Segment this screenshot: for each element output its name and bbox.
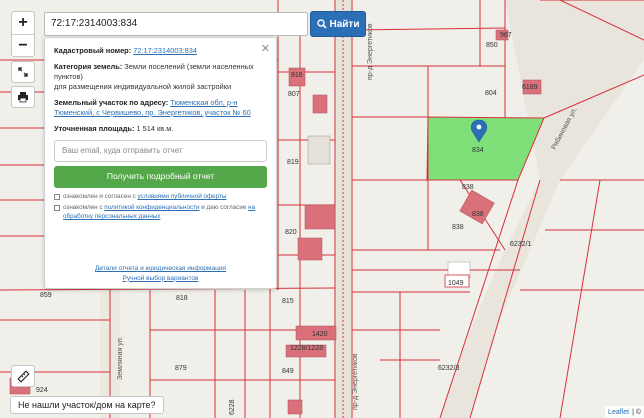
map-label: 1420 (312, 331, 328, 338)
map-attribution: Leaflet | © (605, 406, 644, 418)
print-icon (18, 92, 28, 103)
map-label: 815 (282, 298, 294, 305)
print-button[interactable] (11, 86, 35, 108)
consent-text: ознакомлен с политикой конфиденциальност… (63, 204, 256, 220)
cadastral-row: Кадастровый номер: 72:17:2314003:834 (54, 46, 267, 56)
map-label: 820 (285, 229, 297, 236)
area-row: Уточненная площадь: 1 514 кв.м. (54, 124, 267, 134)
privacy-consent-checkbox[interactable]: ознакомлен с политикой конфиденциальност… (54, 204, 267, 221)
details-link[interactable]: Детали отчета и юридическая информация (95, 265, 226, 272)
map-label: 818 (176, 295, 188, 302)
map-label: 838 (472, 211, 484, 218)
map-label: 807 (288, 91, 300, 98)
find-button[interactable]: Найти (310, 11, 366, 37)
map-label: 859 (40, 292, 52, 299)
map-label: 838 (462, 184, 474, 191)
offer-consent-checkbox[interactable]: ознакомлен и согласен с условиями публич… (54, 193, 267, 202)
expand-icon (18, 67, 28, 77)
get-report-button[interactable]: Получить подробный отчет (54, 165, 267, 188)
map-label: 1228/1228 (290, 345, 323, 352)
checkbox-box[interactable] (54, 193, 60, 200)
checkbox-box[interactable] (54, 205, 60, 212)
consent-text: ознакомлен и согласен с условиями публич… (63, 192, 227, 200)
ruler-icon (16, 369, 30, 383)
road-label: пр-д Энергетиков (367, 23, 374, 80)
category-label: Категория земель: (54, 61, 123, 71)
measure-button[interactable] (11, 365, 35, 387)
map-label: 838 (452, 224, 464, 231)
map-label: 849 (282, 368, 294, 375)
find-button-label: Найти (329, 18, 360, 30)
area-value: 1 514 кв.м. (136, 123, 174, 133)
privacy-policy-link[interactable]: политикой конфиденциальности (104, 204, 199, 211)
map-label: 967 (500, 32, 512, 39)
zoom-control: + − (11, 11, 35, 57)
map-label: 916 (291, 72, 303, 79)
zoom-in-button[interactable]: + (12, 12, 34, 34)
area-label: Уточненная площадь: (54, 123, 135, 133)
cadastral-number-link[interactable]: 72:17:2314003:834 (133, 46, 197, 55)
map-label: 6189 (522, 84, 538, 91)
search-icon (316, 19, 327, 29)
parcel-info-popup: ✕ Кадастровый номер: 72:17:2314003:834 К… (44, 37, 277, 289)
map-label: 924 (36, 387, 48, 394)
map-label: 804 (485, 90, 497, 97)
not-found-button[interactable]: Не нашли участок/дом на карте? (10, 396, 164, 414)
panel-footer-links: Детали отчета и юридическая информация Р… (45, 264, 276, 283)
fullscreen-button[interactable] (11, 61, 35, 83)
road-label: пр-д Энергетиков (352, 353, 359, 410)
email-input[interactable]: Ваш email, куда отправить отчет (54, 139, 267, 162)
category-note: для размещения индивидуальной жилой заст… (54, 81, 232, 91)
address-label: Земельный участок по адресу: (54, 97, 169, 107)
map-label: 834 (472, 147, 484, 154)
close-icon[interactable]: ✕ (261, 42, 270, 57)
cadastral-label: Кадастровый номер: (54, 46, 132, 55)
category-row: Категория земель: Земли поселений (земли… (54, 62, 267, 92)
map-label: 879 (175, 365, 187, 372)
cadastral-search-input[interactable]: 72:17:2314003:834 (44, 12, 308, 36)
road-label: Земляная ул. (117, 336, 124, 380)
zoom-out-button[interactable]: − (12, 34, 34, 56)
map-label: 6228 (229, 399, 236, 415)
leaflet-link[interactable]: Leaflet (608, 409, 629, 416)
map-label: 6232/3 (438, 365, 460, 372)
offer-terms-link[interactable]: условиями публичной оферты (137, 193, 226, 200)
address-row: Земельный участок по адресу: Тюменская о… (54, 98, 267, 118)
map-label: 1049 (448, 280, 464, 287)
map-label: 819 (287, 159, 299, 166)
attribution-text: | © (632, 408, 641, 416)
manual-select-link[interactable]: Ручной выбор вариантов (123, 275, 199, 282)
map-label: 850 (486, 42, 498, 49)
map-label: 6232/1 (510, 241, 532, 248)
